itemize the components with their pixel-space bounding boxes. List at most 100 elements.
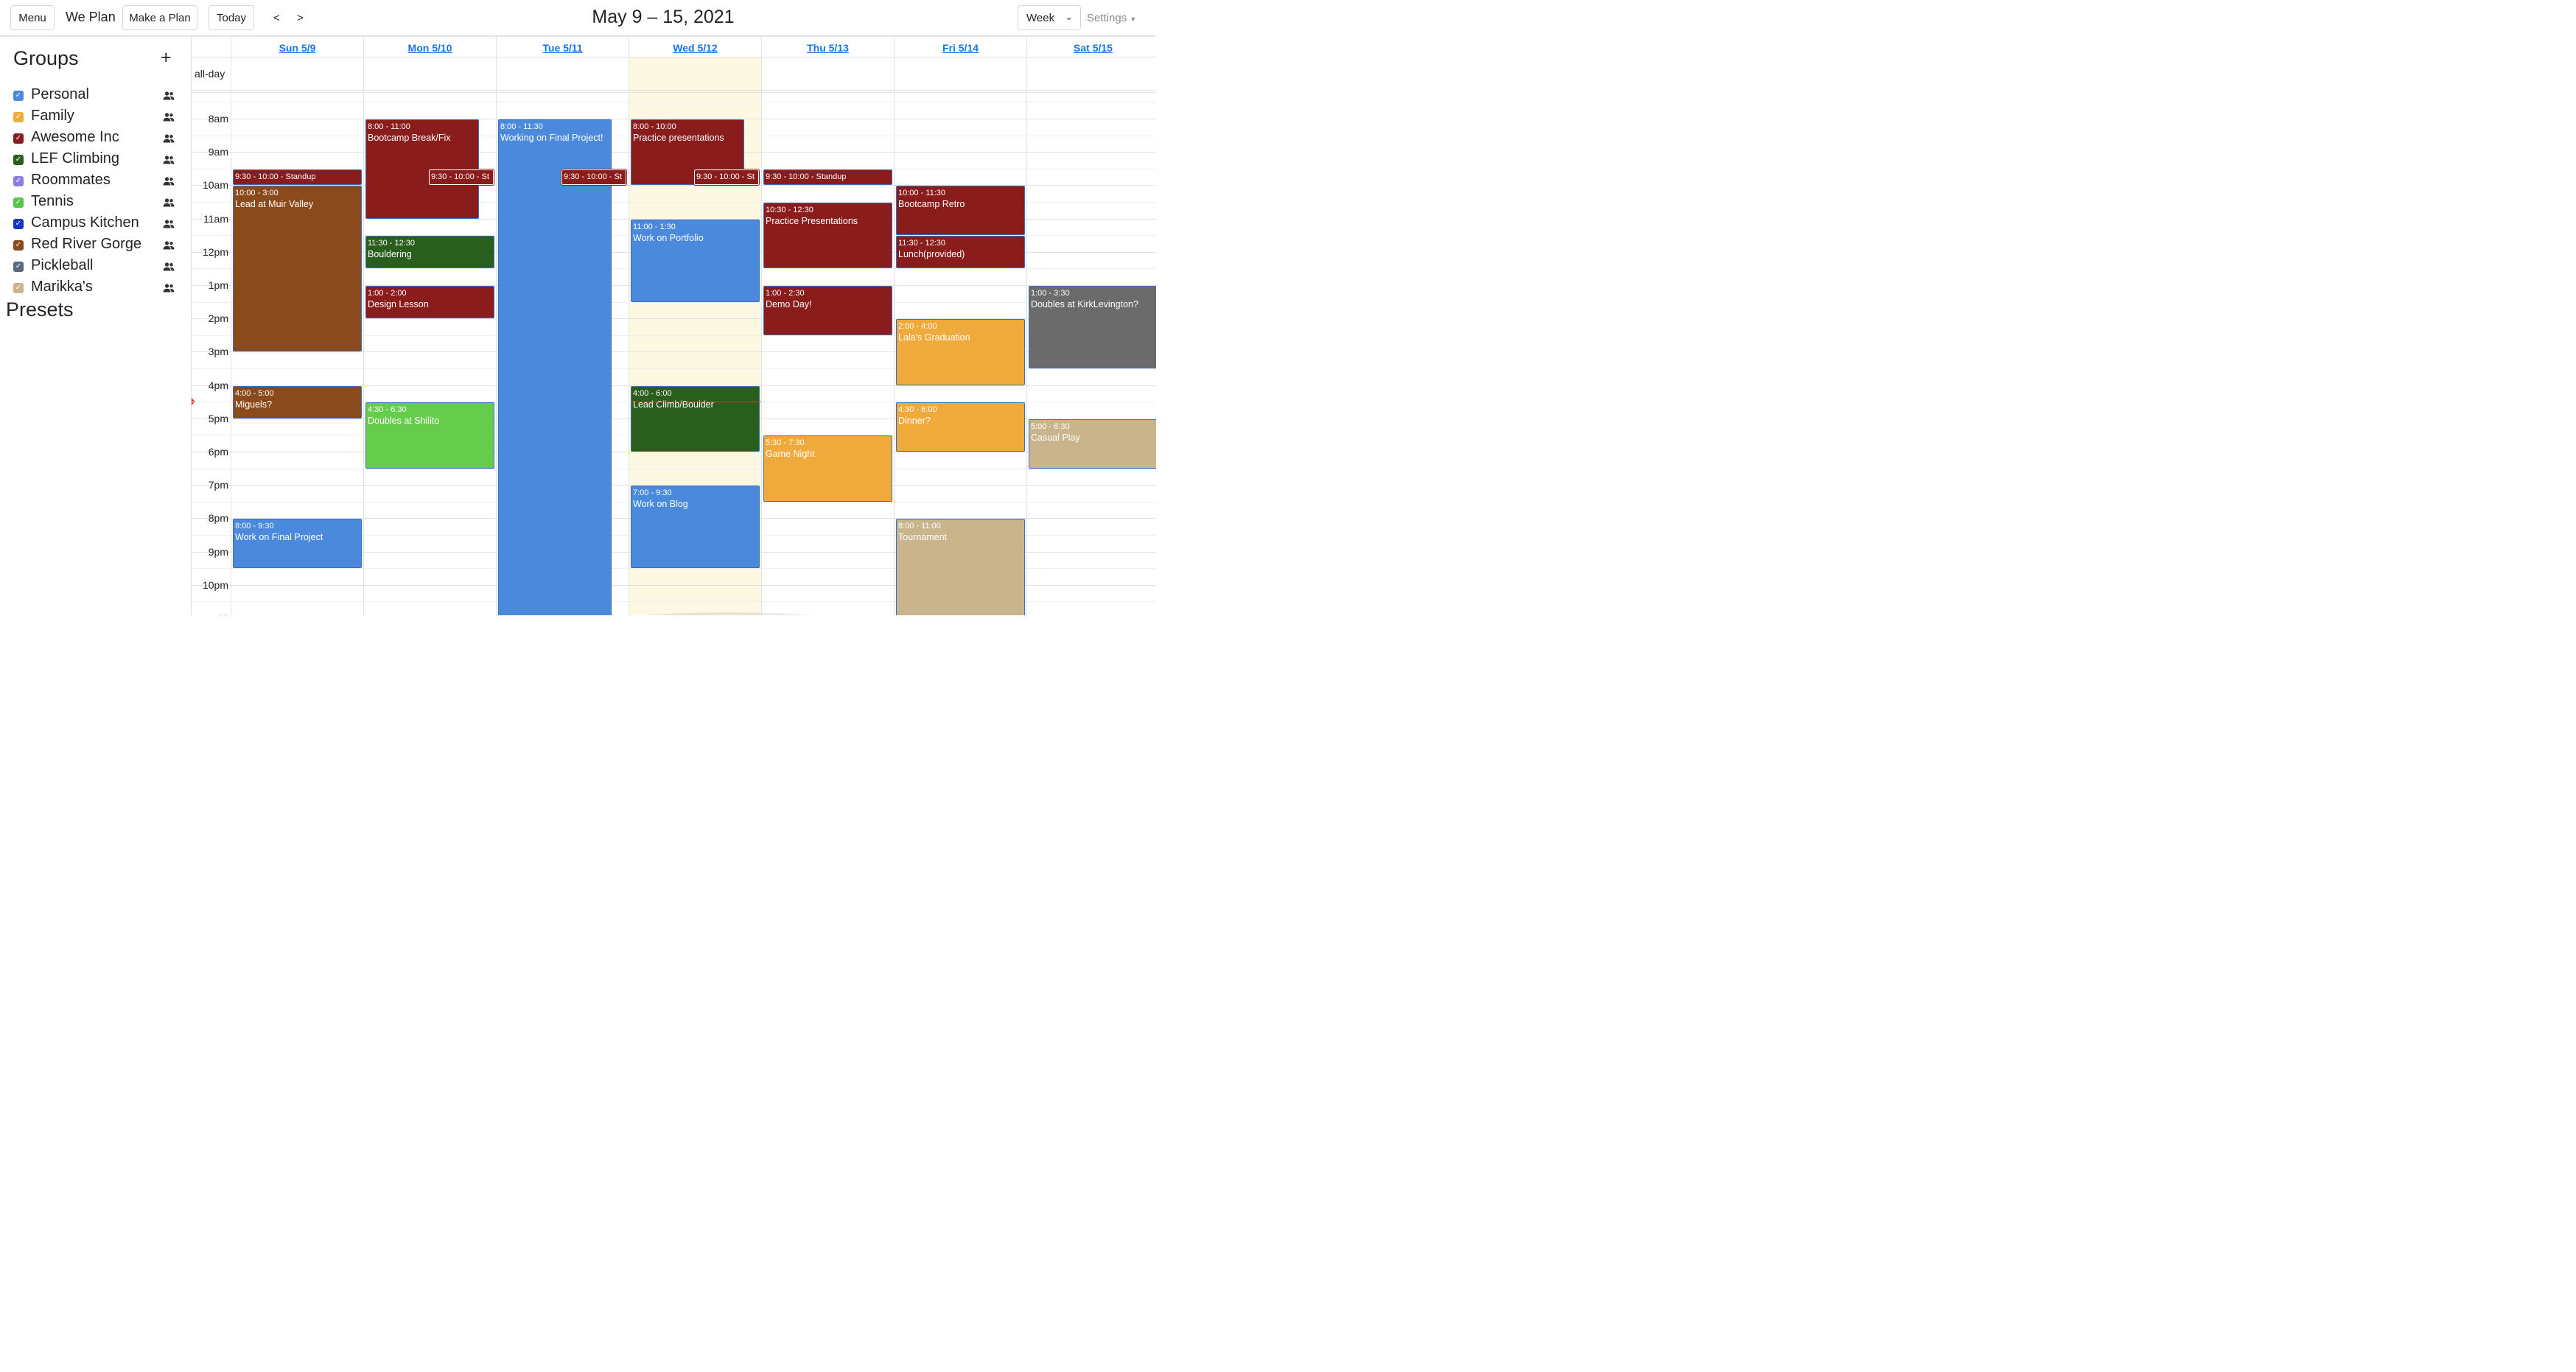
- group-item[interactable]: ✓ LEF Climbing: [13, 150, 179, 169]
- calendar-event[interactable]: 2:00 - 4:00 Lala's Graduation: [896, 319, 1025, 385]
- settings-label: Settings: [1087, 12, 1127, 24]
- event-title: Bouldering: [368, 249, 412, 259]
- event-time: 8:00 - 11:00: [898, 522, 941, 531]
- group-item[interactable]: ✓ Tennis: [13, 193, 179, 212]
- make-a-plan-button[interactable]: Make a Plan: [122, 5, 197, 30]
- calendar-event[interactable]: 11:30 - 12:30 Bouldering: [365, 236, 494, 268]
- group-item[interactable]: ✓ Red River Gorge: [13, 236, 179, 255]
- top-toolbar: Menu We Plan Make a Plan Today < > May 9…: [0, 0, 1155, 37]
- view-select-value: Week: [1026, 11, 1055, 24]
- calendar-event[interactable]: 9:30 - 10:00 - Standup: [233, 169, 362, 185]
- day-header[interactable]: Sun 5/9: [231, 37, 363, 57]
- group-item[interactable]: ✓ Personal: [13, 86, 179, 105]
- calendar-event[interactable]: 9:30 - 10:00 - St: [561, 169, 627, 186]
- day-header[interactable]: Thu 5/13: [762, 37, 894, 57]
- event-time: 10:30 - 12:30: [766, 206, 813, 214]
- people-icon[interactable]: [163, 176, 175, 186]
- calendar-event[interactable]: 10:00 - 3:00 Lead at Muir Valley: [233, 186, 362, 351]
- day-column-divider: [1026, 37, 1027, 615]
- grid-line: [192, 90, 1156, 91]
- calendar-event[interactable]: 4:30 - 6:30 Doubles at Shilito: [365, 402, 494, 469]
- people-icon[interactable]: [163, 219, 175, 229]
- settings-dropdown[interactable]: Settings ▼: [1087, 12, 1136, 24]
- people-icon[interactable]: [163, 91, 175, 101]
- calendar-event[interactable]: 7:00 - 9:30 Work on Blog: [631, 486, 760, 568]
- calendar-event[interactable]: 8:00 - 11:00 Tournament: [896, 519, 1025, 615]
- next-week-button[interactable]: >: [297, 12, 304, 24]
- group-name: Roommates: [31, 172, 111, 188]
- group-item[interactable]: ✓ Campus Kitchen: [13, 214, 179, 234]
- calendar-event[interactable]: 8:00 - 9:30 Work on Final Project: [233, 519, 362, 568]
- calendar-event[interactable]: 9:30 - 10:00 - St: [693, 169, 760, 186]
- day-header[interactable]: Mon 5/10: [364, 37, 496, 57]
- calendar-event[interactable]: 9:30 - 10:00 - Standup: [763, 169, 892, 185]
- event-title: Casual Play: [1031, 433, 1080, 443]
- group-item[interactable]: ✓ Roommates: [13, 172, 179, 191]
- group-item[interactable]: ✓ Pickleball: [13, 257, 179, 276]
- people-icon[interactable]: [163, 283, 175, 293]
- group-name: Tennis: [31, 193, 74, 209]
- group-checkbox[interactable]: ✓: [13, 91, 24, 101]
- people-icon[interactable]: [163, 262, 175, 272]
- day-header[interactable]: Sat 5/15: [1027, 37, 1156, 57]
- group-item[interactable]: ✓ Marikka's: [13, 279, 179, 298]
- group-checkbox[interactable]: ✓: [13, 262, 24, 272]
- event-title: Game Night: [766, 449, 815, 459]
- calendar-event[interactable]: 1:00 - 2:00 Design Lesson: [365, 286, 494, 318]
- group-checkbox[interactable]: ✓: [13, 240, 24, 251]
- group-name: Marikka's: [31, 279, 93, 295]
- hour-label: 10am: [202, 179, 228, 191]
- hour-label: 6pm: [208, 446, 228, 458]
- event-time: 4:30 - 6:30: [368, 405, 407, 414]
- app-title[interactable]: We Plan: [66, 10, 116, 25]
- event-time: 8:00 - 10:00: [633, 122, 676, 131]
- calendar-event[interactable]: 10:30 - 12:30 Practice Presentations: [763, 203, 892, 268]
- group-checkbox[interactable]: ✓: [13, 283, 24, 293]
- calendar-event[interactable]: 4:30 - 6:00 Dinner?: [896, 402, 1025, 452]
- day-header[interactable]: Fri 5/14: [895, 37, 1026, 57]
- event-time: 8:00 - 9:30: [235, 522, 274, 531]
- group-checkbox[interactable]: ✓: [13, 197, 24, 208]
- calendar-event[interactable]: 1:00 - 2:30 Demo Day!: [763, 286, 892, 335]
- today-button[interactable]: Today: [209, 5, 254, 30]
- group-item[interactable]: ✓ Awesome Inc: [13, 129, 179, 148]
- people-icon[interactable]: [163, 240, 175, 251]
- calendar-event[interactable]: 4:00 - 5:00 Miguels?: [233, 386, 362, 419]
- day-header[interactable]: Tue 5/11: [497, 37, 629, 57]
- calendar-event[interactable]: 11:00 - 1:30 Work on Portfolio: [631, 220, 760, 302]
- calendar-event[interactable]: 10:00 - 11:30 Bootcamp Retro: [896, 186, 1025, 235]
- people-icon[interactable]: [163, 133, 175, 144]
- day-column-divider: [894, 37, 895, 615]
- event-title: Miguels?: [235, 399, 273, 410]
- week-calendar: all-day Sun 5/9 Mon 5/10 Tue 5/11 Wed 5/12 T…: [191, 37, 1156, 615]
- event-time: 9:30 - 10:00 - Standup: [235, 172, 316, 181]
- calendar-event[interactable]: 4:00 - 6:00 Lead Climb/Boulder: [631, 386, 760, 452]
- calendar-event[interactable]: 8:00 - 11:30 Working on Final Project!: [498, 119, 612, 615]
- hour-label: 7pm: [208, 479, 228, 491]
- calendar-event[interactable]: 5:30 - 7:30 Game Night: [763, 435, 892, 502]
- calendar-event[interactable]: 1:00 - 3:30 Doubles at KirkLevington?: [1029, 286, 1156, 368]
- prev-week-button[interactable]: <: [273, 12, 280, 24]
- group-checkbox[interactable]: ✓: [13, 133, 24, 144]
- group-checkbox[interactable]: ✓: [13, 176, 24, 186]
- people-icon[interactable]: [163, 197, 175, 208]
- group-name: Personal: [31, 86, 89, 102]
- hour-label: 1pm: [208, 279, 228, 291]
- hour-label: 11am: [203, 213, 228, 225]
- group-item[interactable]: ✓ Family: [13, 108, 179, 127]
- view-select[interactable]: Week ⌄: [1018, 5, 1081, 30]
- event-time: 11:30 - 12:30: [368, 239, 416, 248]
- people-icon[interactable]: [163, 155, 175, 165]
- event-title: Practice presentations: [633, 133, 724, 143]
- group-checkbox[interactable]: ✓: [13, 112, 24, 122]
- day-header[interactable]: Wed 5/12: [629, 37, 761, 57]
- day-column-divider: [363, 37, 364, 615]
- menu-button[interactable]: Menu: [10, 5, 55, 30]
- calendar-event[interactable]: 11:30 - 12:30 Lunch(provided): [896, 236, 1025, 268]
- plus-icon[interactable]: +: [161, 49, 172, 67]
- calendar-event[interactable]: 5:00 - 6:30 Casual Play: [1029, 419, 1156, 469]
- calendar-event[interactable]: 9:30 - 10:00 - St: [428, 169, 494, 186]
- group-checkbox[interactable]: ✓: [13, 155, 24, 165]
- people-icon[interactable]: [163, 112, 175, 122]
- group-checkbox[interactable]: ✓: [13, 219, 24, 229]
